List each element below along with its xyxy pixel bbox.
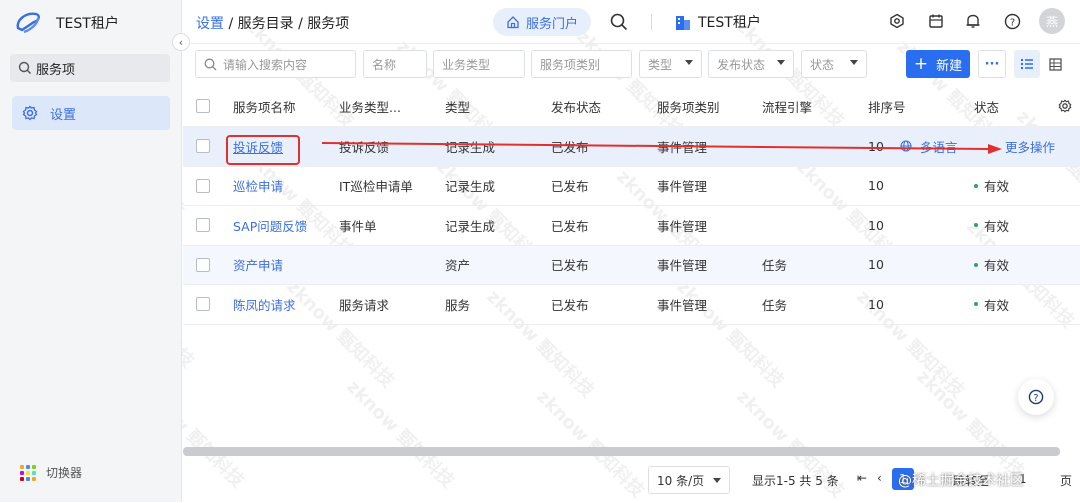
annotation-arrow — [321, 142, 1002, 154]
footer-watermark: @稀土掘金技术社区 — [898, 473, 1024, 489]
